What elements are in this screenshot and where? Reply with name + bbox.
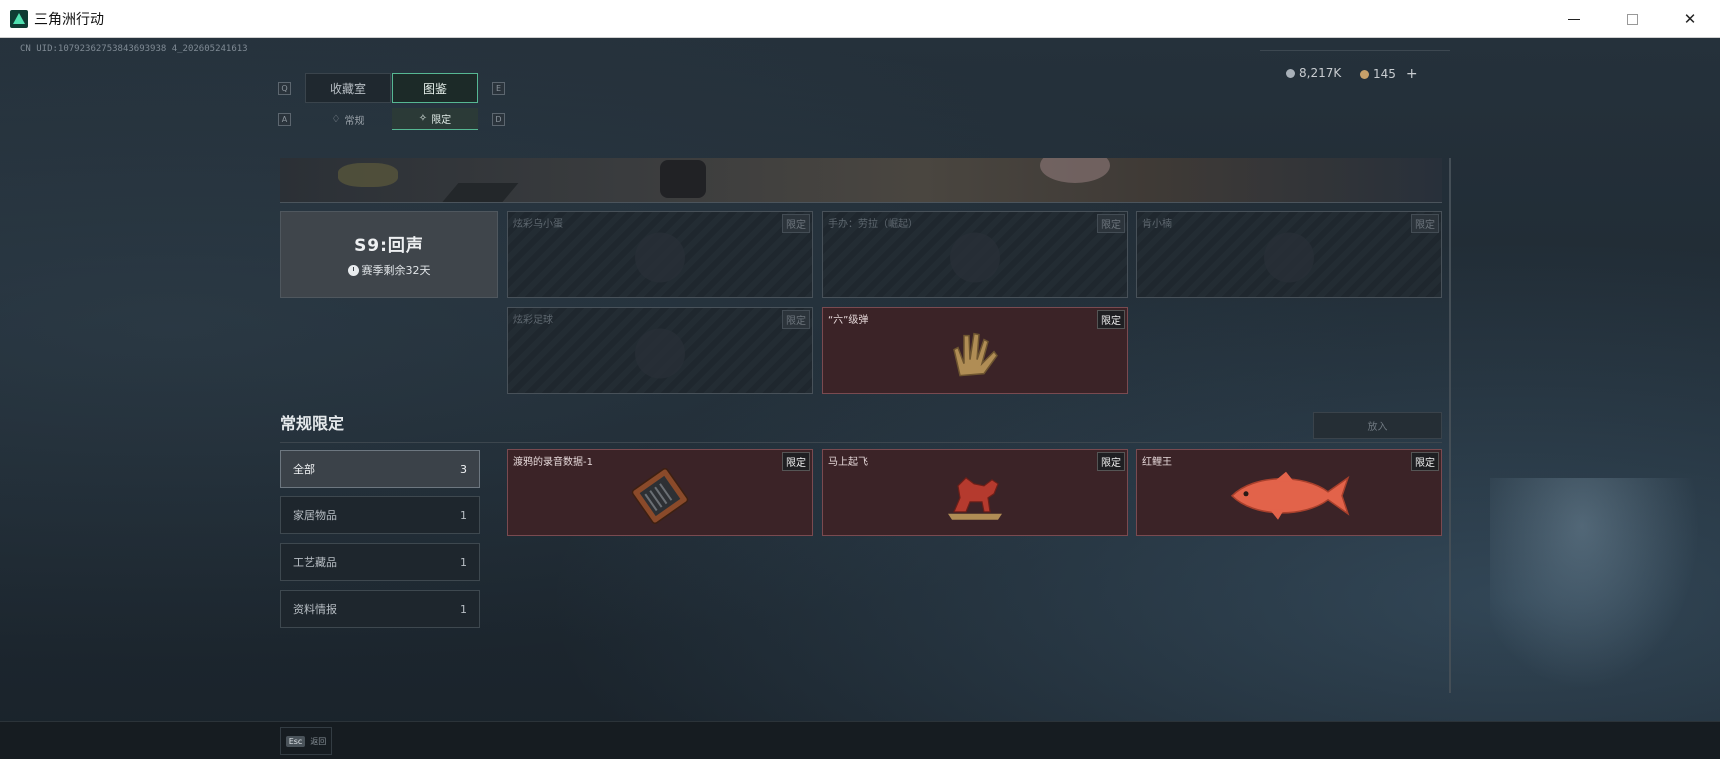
item-silhouette-icon xyxy=(1264,232,1314,282)
item-card[interactable]: 手办：劳拉（崛起） 限定 xyxy=(822,211,1128,298)
gold-currency[interactable]: 145 + xyxy=(1360,66,1418,82)
minimize-button[interactable] xyxy=(1545,0,1603,38)
limited-badge: 限定 xyxy=(782,310,810,329)
limited-badge: 限定 xyxy=(782,452,810,471)
category-all[interactable]: 全部 3 xyxy=(280,450,480,488)
season-remaining-text: 赛季剩余32天 xyxy=(361,264,431,277)
silver-currency: 8,217K xyxy=(1286,66,1341,80)
banner-decoration xyxy=(338,163,398,187)
item-name: 红鲤王 xyxy=(1142,457,1172,468)
category-crafts[interactable]: 工艺藏品 1 xyxy=(280,543,480,581)
maximize-button[interactable] xyxy=(1603,0,1661,38)
category-label: 工艺藏品 xyxy=(293,556,337,569)
item-name: 炫彩足球 xyxy=(513,315,553,326)
season-banner-image xyxy=(280,158,1442,203)
item-card[interactable]: 马上起飞 限定 xyxy=(822,449,1128,536)
tab-regular-label: 常规 xyxy=(344,115,365,127)
game-viewport: CN UID:10792362753843693938 4_2026052416… xyxy=(0,38,1720,759)
gold-amount: 145 xyxy=(1373,67,1396,81)
limited-badge: 限定 xyxy=(1097,452,1125,471)
window-titlebar: 三角洲行动 ✕ xyxy=(0,0,1720,38)
item-name: 肯小楠 xyxy=(1142,219,1172,230)
season-title: S9:回声 xyxy=(354,236,424,256)
item-silhouette-icon xyxy=(635,232,685,282)
category-intel[interactable]: 资料情报 1 xyxy=(280,590,480,628)
scrollbar[interactable] xyxy=(1449,158,1451,693)
category-label: 家居物品 xyxy=(293,509,337,522)
item-card[interactable]: 肯小楠 限定 xyxy=(1136,211,1442,298)
clock-icon xyxy=(347,264,359,276)
uid-label: CN UID:10792362753843693938 4_2026052416… xyxy=(20,44,248,54)
category-home-items[interactable]: 家居物品 1 xyxy=(280,496,480,534)
category-label: 资料情报 xyxy=(293,603,337,616)
minimize-icon xyxy=(1568,18,1580,20)
limited-badge: 限定 xyxy=(1097,214,1125,233)
close-button[interactable]: ✕ xyxy=(1661,0,1719,38)
background-lightning xyxy=(1490,478,1720,718)
back-label: 返回 xyxy=(310,736,327,746)
esc-key-icon: Esc xyxy=(285,735,306,747)
key-hint-a: A xyxy=(278,113,291,126)
banner-decoration xyxy=(660,160,706,198)
section-title: 常规限定 xyxy=(280,414,345,433)
banner-decoration xyxy=(441,183,519,202)
item-name: “六”级弹 xyxy=(828,315,869,326)
banner-decoration xyxy=(1040,158,1110,183)
tab-limited[interactable]: ✧ 限定 xyxy=(392,108,478,130)
item-card[interactable]: 渡鸦的录音数据-1 限定 xyxy=(507,449,813,536)
category-count: 1 xyxy=(460,602,467,616)
item-name: 手办：劳拉（崛起） xyxy=(828,219,918,230)
silver-amount: 8,217K xyxy=(1299,66,1342,80)
bottom-bar: Esc 返回 xyxy=(0,721,1720,759)
maximize-icon xyxy=(1626,13,1638,25)
close-icon: ✕ xyxy=(1683,10,1697,28)
item-name: 炫彩乌小蛋 xyxy=(513,219,563,230)
key-hint-q: Q xyxy=(278,82,291,95)
horse-statue-icon xyxy=(948,476,1002,520)
key-hint-e: E xyxy=(492,82,505,95)
add-currency-icon[interactable]: + xyxy=(1406,66,1418,82)
tab-collection-room[interactable]: 收藏室 xyxy=(305,73,391,103)
red-carp-icon xyxy=(1230,471,1350,520)
limited-badge: 限定 xyxy=(1411,214,1439,233)
limited-badge: 限定 xyxy=(1411,452,1439,471)
gold-hand-icon xyxy=(953,332,998,376)
item-name: 渡鸦的录音数据-1 xyxy=(513,457,593,468)
put-in-button[interactable]: 放入 xyxy=(1313,412,1442,439)
item-silhouette-icon xyxy=(950,232,1000,282)
silver-coin-icon xyxy=(1286,68,1295,78)
gold-coin-icon xyxy=(1360,69,1369,79)
category-label: 全部 xyxy=(293,463,315,476)
app-logo-icon xyxy=(10,9,28,28)
tab-limited-label: 限定 xyxy=(431,115,452,126)
category-count: 1 xyxy=(460,555,467,569)
item-name: 马上起飞 xyxy=(828,457,868,468)
limited-badge: 限定 xyxy=(782,214,810,233)
season-info: S9:回声 赛季剩余32天 xyxy=(280,211,498,298)
category-count: 1 xyxy=(460,508,467,522)
limited-badge: 限定 xyxy=(1097,310,1125,329)
section-divider xyxy=(280,442,1442,443)
item-card[interactable]: 炫彩足球 限定 xyxy=(507,307,813,394)
recorder-device-icon xyxy=(631,467,689,524)
tab-regular[interactable]: ♢ 常规 xyxy=(305,108,391,130)
category-count: 3 xyxy=(460,462,467,476)
item-card[interactable]: “六”级弹 限定 xyxy=(822,307,1128,394)
tab-codex[interactable]: 图鉴 xyxy=(392,73,478,103)
back-button[interactable]: Esc 返回 xyxy=(280,727,332,755)
key-hint-d: D xyxy=(492,113,505,126)
top-divider xyxy=(1260,50,1450,51)
item-card[interactable]: 炫彩乌小蛋 限定 xyxy=(507,211,813,298)
hand-icon: ♢ xyxy=(331,113,341,125)
item-card[interactable]: 红鲤王 限定 xyxy=(1136,449,1442,536)
window-title: 三角洲行动 xyxy=(34,11,104,28)
item-silhouette-icon xyxy=(635,328,685,378)
limited-icon: ✧ xyxy=(418,113,428,124)
season-remaining: 赛季剩余32天 xyxy=(347,262,431,278)
